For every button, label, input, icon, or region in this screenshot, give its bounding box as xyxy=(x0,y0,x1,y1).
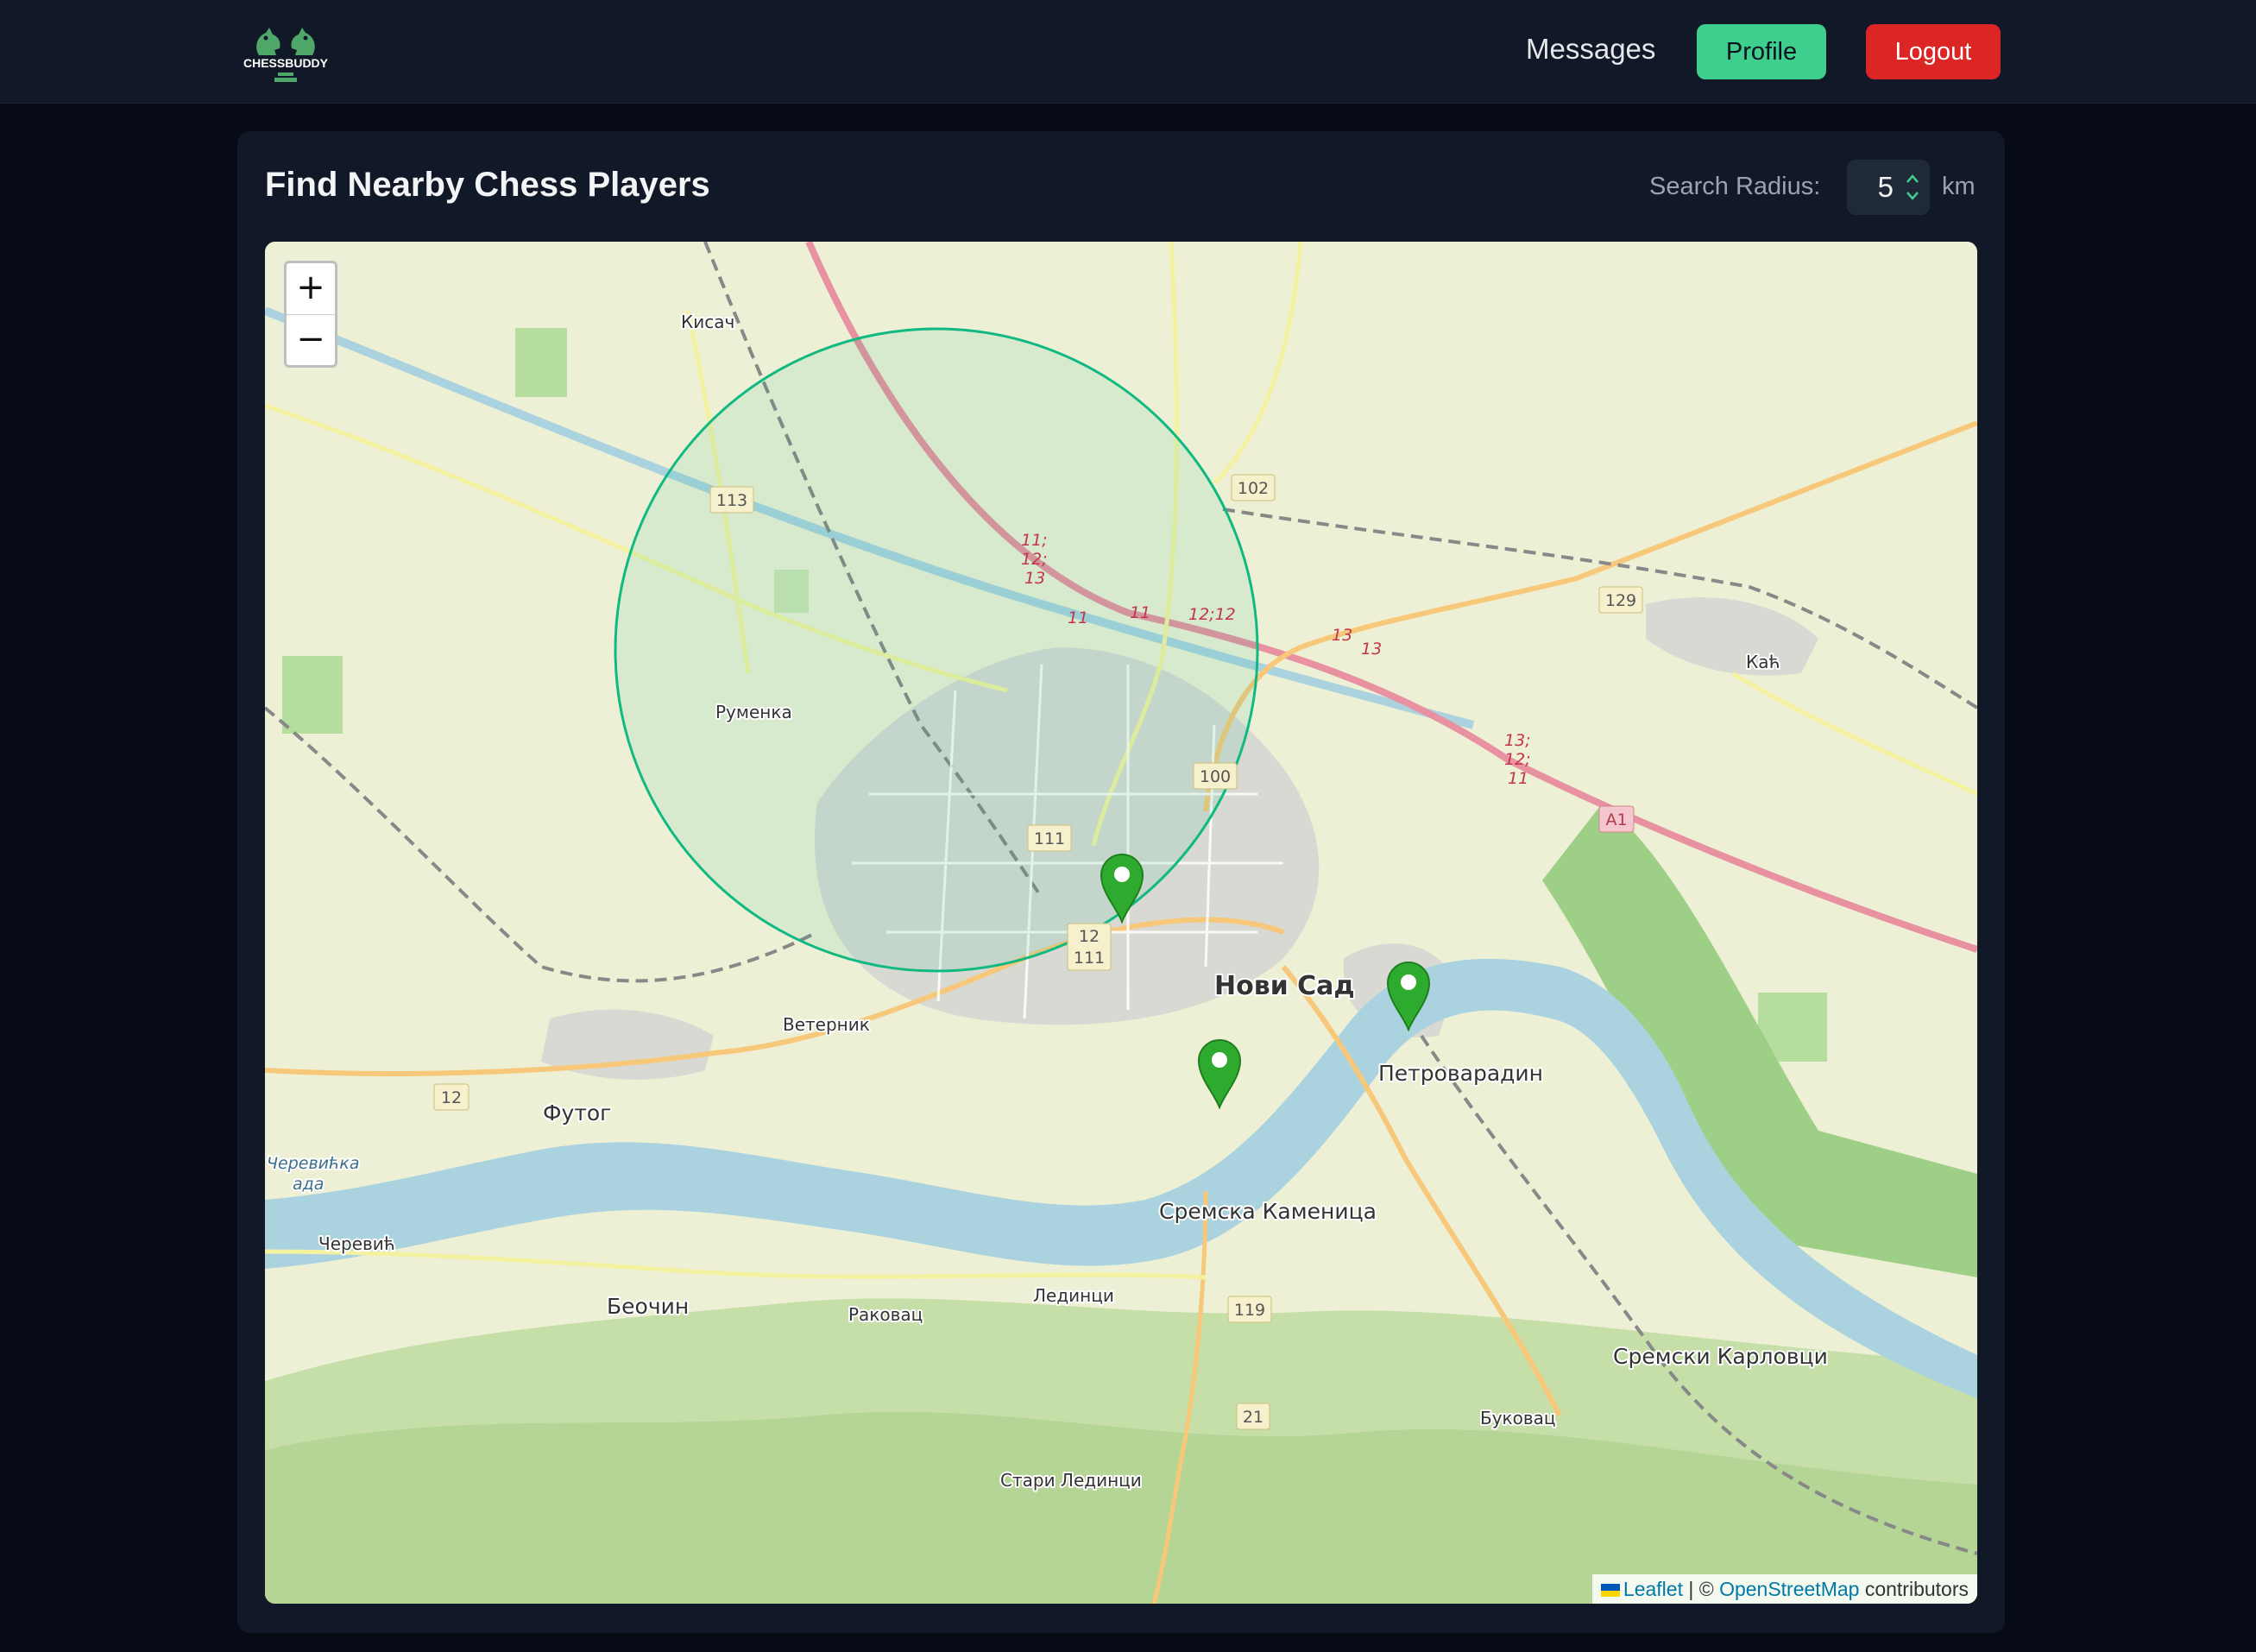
search-radius-input[interactable] xyxy=(1847,160,1899,215)
label-cerevicka-ada: Черевићка xyxy=(267,1154,360,1173)
label-rakovac: Раковац xyxy=(848,1304,923,1325)
map-pin-icon xyxy=(1386,962,1431,1032)
svg-text:CHESSBUDDY: CHESSBUDDY xyxy=(243,56,329,70)
player-marker[interactable] xyxy=(1197,1038,1242,1110)
leaflet-link[interactable]: Leaflet xyxy=(1623,1578,1683,1600)
shield-12b: 12 xyxy=(441,1088,462,1107)
page-title: Find Nearby Chess Players xyxy=(265,166,710,204)
label-beocin: Беочин xyxy=(607,1294,689,1319)
logout-button[interactable]: Logout xyxy=(1866,24,2001,79)
shield-102: 102 xyxy=(1238,479,1269,498)
ukraine-flag-icon xyxy=(1600,1584,1620,1597)
shield-111b: 111 xyxy=(1074,949,1105,968)
svg-text:13: 13 xyxy=(1332,626,1352,645)
zoom-control: + − xyxy=(284,261,337,368)
shield-113: 113 xyxy=(716,491,747,510)
svg-text:ада: ада xyxy=(293,1175,324,1194)
svg-text:13: 13 xyxy=(1361,640,1382,659)
osm-link[interactable]: OpenStreetMap xyxy=(1719,1578,1859,1600)
shield-100: 100 xyxy=(1200,767,1231,786)
svg-text:11: 11 xyxy=(1130,603,1150,622)
label-veternik: Ветерник xyxy=(783,1014,870,1035)
player-marker[interactable] xyxy=(1100,853,1144,924)
svg-text:13;: 13; xyxy=(1504,731,1531,750)
shield-119: 119 xyxy=(1234,1301,1265,1320)
label-petrovaradin: Петроварадин xyxy=(1378,1061,1543,1086)
svg-text:11: 11 xyxy=(1068,608,1088,627)
label-kac: Каћ xyxy=(1746,652,1780,672)
label-sremska-kamenica: Сремска Каменица xyxy=(1159,1199,1377,1224)
profile-button[interactable]: Profile xyxy=(1697,24,1826,79)
label-kisac: Кисач xyxy=(681,312,734,332)
label-novi-sad: Нови Сад xyxy=(1214,971,1355,1001)
map-attribution: Leaflet | © OpenStreetMap contributors xyxy=(1591,1574,1977,1604)
stepper-arrows-icon[interactable] xyxy=(1902,168,1923,206)
label-ledinci: Лединци xyxy=(1033,1285,1114,1306)
search-radius-stepper[interactable] xyxy=(1847,160,1930,215)
zoom-in-button[interactable]: + xyxy=(287,263,335,314)
nearby-players-card: Find Nearby Chess Players Search Radius:… xyxy=(237,131,2005,1633)
svg-text:12;: 12; xyxy=(1021,550,1048,569)
map-pin-icon xyxy=(1100,854,1144,924)
label-cerevic: Черевић xyxy=(318,1233,395,1254)
chessbuddy-logo[interactable]: CHESSBUDDY xyxy=(240,16,331,85)
label-sremski-karlovci: Сремски Карловци xyxy=(1613,1344,1828,1369)
players-map[interactable]: 113 102 129 100 111 12 111 12 119 21 A1 1… xyxy=(265,242,1977,1604)
shield-12: 12 xyxy=(1079,927,1100,946)
messages-link[interactable]: Messages xyxy=(1526,33,1655,66)
search-radius-label: Search Radius: xyxy=(1649,173,1821,200)
shield-129: 129 xyxy=(1605,591,1636,610)
svg-text:12;12: 12;12 xyxy=(1188,605,1236,624)
svg-text:11: 11 xyxy=(1508,769,1528,788)
top-navbar: CHESSBUDDY Messages Profile Logout xyxy=(0,0,2256,104)
svg-text:13: 13 xyxy=(1024,569,1045,588)
label-rumenka: Руменка xyxy=(715,702,792,722)
svg-text:11;: 11; xyxy=(1021,531,1048,550)
label-bukovac: Буковац xyxy=(1480,1408,1556,1428)
label-stari-ledinci: Стари Лединци xyxy=(1000,1470,1142,1491)
svg-text:12;: 12; xyxy=(1504,750,1531,769)
player-marker[interactable] xyxy=(1386,961,1431,1032)
label-futog: Футог xyxy=(543,1100,611,1126)
radius-unit-label: km xyxy=(1942,173,1976,200)
shield-111: 111 xyxy=(1034,829,1065,848)
shield-a1: A1 xyxy=(1605,810,1627,829)
map-pin-icon xyxy=(1197,1039,1242,1110)
zoom-out-button[interactable]: − xyxy=(287,314,335,365)
shield-21: 21 xyxy=(1243,1408,1263,1427)
